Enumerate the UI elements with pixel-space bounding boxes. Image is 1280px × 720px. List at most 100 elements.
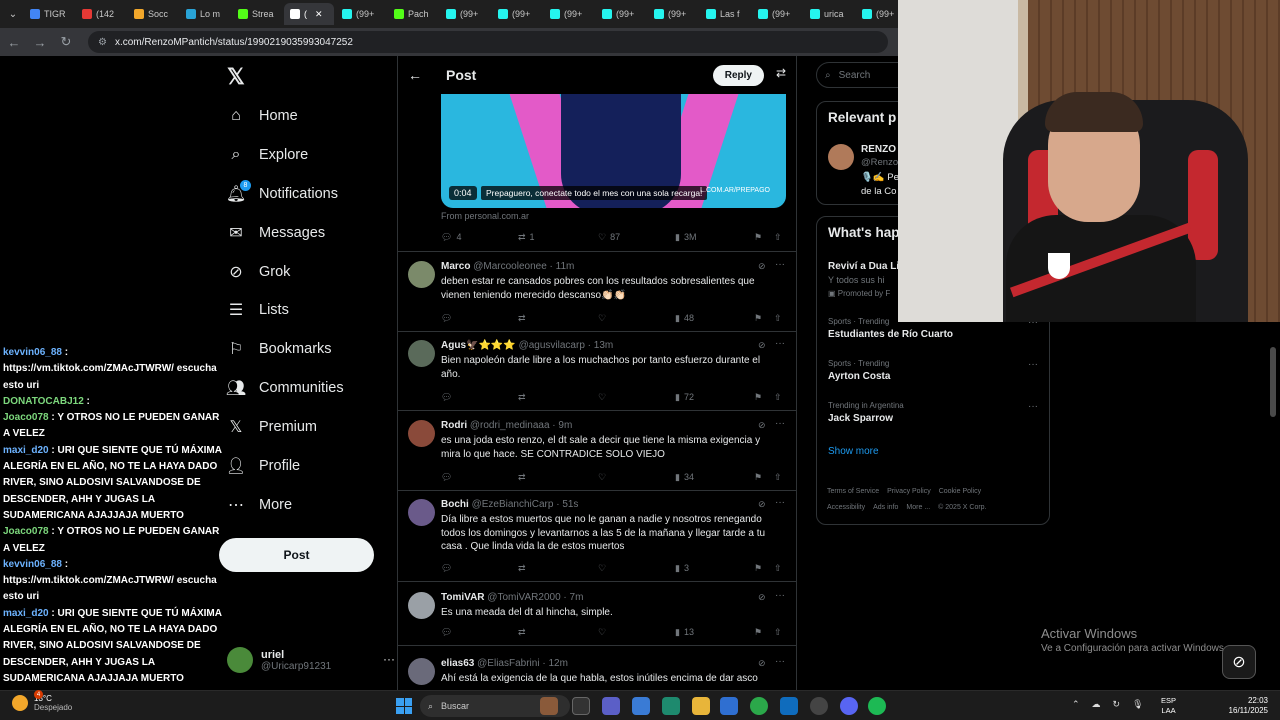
weather-widget[interactable]: 4 13°C Despejado [12,690,72,712]
footer-link[interactable]: Cookie Policy [939,488,981,495]
grok-icon[interactable]: ⊘ [758,499,766,510]
sync-icon[interactable]: ↻ [1113,699,1121,710]
edge-icon[interactable] [662,697,680,715]
outlook-icon[interactable] [780,697,798,715]
grok-floating-icon[interactable]: ⊘ [1222,645,1256,679]
share-icon[interactable]: ⇧ [774,472,782,483]
reply-icon[interactable]: 💬︎ [441,313,452,324]
sidebar-item-grok[interactable]: ⊘ Grok [227,254,290,290]
avatar[interactable] [408,658,435,685]
more-dots-icon[interactable]: ··· [775,497,785,508]
repost-icon[interactable]: ⇄ [518,472,526,483]
sidebar-item-bookmarks[interactable]: ⚐ Bookmarks [227,331,332,367]
browser-tab[interactable]: (99+ [336,3,386,25]
repost-icon[interactable]: ⇄ [518,563,526,574]
footer-link[interactable]: Privacy Policy [887,488,931,495]
site-info-icon[interactable]: ⚙ [98,37,107,48]
more-dots-icon[interactable]: ··· [383,652,395,666]
reply-author[interactable]: Bochi [441,499,469,510]
back-arrow-icon[interactable]: ← [408,67,424,83]
browser-tab[interactable]: (99+ [596,3,646,25]
share-icon[interactable]: ⇧ [774,232,782,243]
account-switcher[interactable]: uriel @Uricarp91231 ··· [227,642,395,678]
browser-tab[interactable]: Strea [232,3,282,25]
views-action[interactable]: ▮ 3M [675,232,696,243]
avatar[interactable] [408,499,435,526]
sidebar-item-more[interactable]: ⋯ More [227,487,292,523]
x-logo-icon[interactable]: 𝕏 [227,64,251,89]
windows-start-icon[interactable] [396,698,412,714]
promo-title[interactable]: Reviví a Dua Li [828,261,899,272]
reply-icon[interactable]: 💬︎ [441,472,452,483]
heart-icon[interactable]: ♡ [598,472,606,483]
from-link[interactable]: From personal.com.ar [441,211,529,221]
trend-item[interactable]: Sports · Trending Ayrton Costa ··· [828,359,1038,382]
bookmark-icon[interactable]: ⚑ [754,472,762,483]
share-icon[interactable]: ⇧ [774,392,782,403]
more-dots-icon[interactable]: ··· [1028,401,1038,412]
taskbar-app-icon[interactable] [540,697,558,715]
more-dots-icon[interactable]: ··· [775,338,785,349]
reply-icon[interactable]: 💬︎ [441,563,452,574]
avatar[interactable] [408,340,435,367]
footer-link[interactable]: Accessibility [827,504,865,511]
reply-icon[interactable]: 💬︎ [441,627,452,638]
sidebar-item-messages[interactable]: ✉ Messages [227,215,325,251]
footer-link[interactable]: Ads info [873,504,898,511]
share-icon[interactable]: ⇧ [774,627,782,638]
browser-tab[interactable]: (99+ [648,3,698,25]
close-tab-icon[interactable]: ✕ [315,9,323,20]
sidebar-item-lists[interactable]: ☰ Lists [227,292,289,328]
mic-icon[interactable]: 🎙︎ [1132,699,1143,710]
browser-tab[interactable]: (99+ [752,3,802,25]
footer-link[interactable]: © 2025 X Corp. [938,504,986,511]
store-icon[interactable] [720,697,738,715]
avatar[interactable] [408,261,435,288]
spotify-icon[interactable] [868,697,886,715]
views-action[interactable]: ▮ 48 [675,313,694,324]
scrollbar[interactable] [1270,347,1276,417]
reply-author[interactable]: Marco [441,261,470,272]
video-player[interactable]: 0:04 Prepaguero, conectate todo el mes c… [441,94,786,208]
reply-author[interactable]: TomiVAR [441,592,485,603]
browser-tab[interactable]: (142 [76,3,126,25]
browser-tab[interactable]: (99+ [544,3,594,25]
reload-icon[interactable]: ↻ [58,34,74,50]
heart-icon[interactable]: ♡ [598,627,606,638]
sidebar-item-notifications[interactable]: 🔔︎ 8 Notifications [226,176,338,212]
reply-action[interactable]: 💬︎ 4 [441,232,461,243]
repost-action[interactable]: ⇄ 1 [518,232,535,243]
discord-icon[interactable] [840,697,858,715]
browser-tab[interactable]: (99+ [492,3,542,25]
share-icon[interactable]: ⇧ [774,563,782,574]
repost-icon[interactable]: ⇄ [518,627,526,638]
browser-tab[interactable]: Pach [388,3,438,25]
grok-icon[interactable]: ⊘ [758,592,766,603]
reply-author[interactable]: Agus🦅⭐⭐⭐ [441,340,516,351]
avatar[interactable] [408,592,435,619]
footer-link[interactable]: More ... [906,504,930,511]
grok-icon[interactable]: ⊘ [758,658,766,669]
post-button[interactable]: Post [219,538,374,572]
views-action[interactable]: ▮ 3 [675,563,689,574]
back-icon[interactable]: ← [6,35,22,50]
browser-tab[interactable]: (99+ [440,3,490,25]
teams-icon[interactable] [602,697,620,715]
grok-icon[interactable]: ⊘ [758,261,766,272]
views-action[interactable]: ▮ 34 [675,472,694,483]
sidebar-item-communities[interactable]: 👥︎ Communities [226,370,344,406]
language-indicator[interactable]: ESP LAA [1161,696,1176,716]
browser-tab[interactable]: urica [804,3,854,25]
url-field[interactable]: ⚙ x.com/RenzoMPantich/status/19902190359… [88,31,888,53]
clock[interactable]: 22:03 16/11/2025 [1222,696,1268,716]
reply-author[interactable]: elias63 [441,658,474,669]
more-dots-icon[interactable]: ··· [775,656,785,667]
chevron-up-icon[interactable]: ⌃ [1072,699,1080,710]
reply-author[interactable]: Rodri [441,420,467,431]
like-action[interactable]: ♡ 87 [598,232,620,243]
heart-icon[interactable]: ♡ [598,313,606,324]
bookmark-icon[interactable]: ⚑ [754,392,762,403]
sidebar-item-profile[interactable]: 👤︎ Profile [226,448,300,484]
sidebar-item-premium[interactable]: 𝕏 Premium [227,409,317,445]
repost-icon[interactable]: ⇄ [518,313,526,324]
